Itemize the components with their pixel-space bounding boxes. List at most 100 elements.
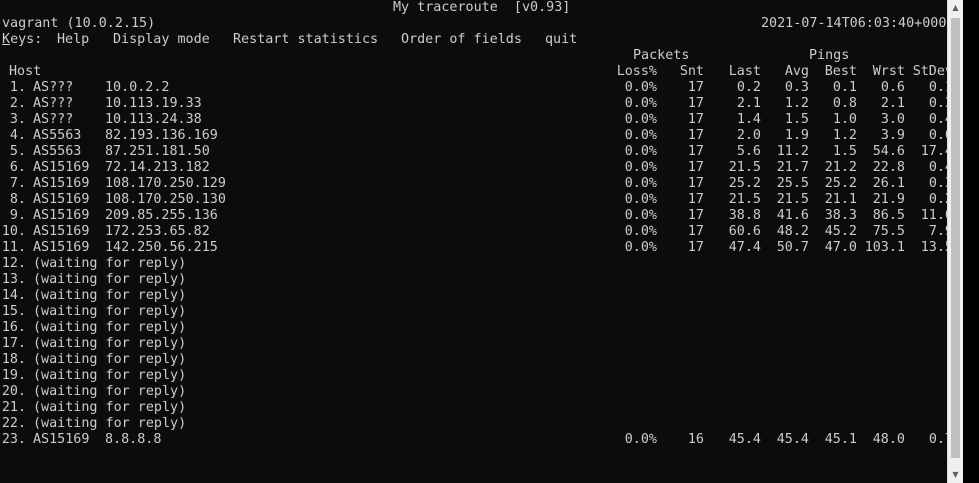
- hop-last: 45.4: [728, 432, 761, 447]
- hop-loss: 0.0%: [624, 432, 657, 447]
- hop-last: 2.1: [736, 96, 761, 111]
- hop-best: 21.1: [824, 192, 857, 207]
- menu-display-mode[interactable]: Display mode: [113, 32, 210, 48]
- terminal-window[interactable]: My traceroute [v0.93] vagrant (10.0.2.15…: [0, 0, 963, 483]
- hop-number: 18.: [1, 352, 26, 367]
- hop-last: 2.0: [736, 128, 761, 143]
- hop-wrst: 48.0: [872, 432, 905, 447]
- hop-number: 12.: [1, 256, 26, 271]
- hop-waiting-text: (waiting for reply): [33, 288, 187, 303]
- hop-loss: 0.0%: [624, 160, 657, 175]
- hop-number: 14.: [1, 288, 26, 303]
- hop-ip: 10.113.19.33: [105, 96, 202, 111]
- hop-wrst: 86.5: [872, 208, 905, 223]
- hop-snt: 17: [687, 112, 704, 127]
- hop-waiting-text: (waiting for reply): [33, 272, 187, 287]
- hop-avg: 50.7: [776, 240, 809, 255]
- hop-number: 6.: [9, 160, 26, 175]
- hop-last: 25.2: [728, 176, 761, 191]
- triangle-down-icon[interactable]: ▼: [948, 467, 963, 483]
- hop-best: 45.1: [824, 432, 857, 447]
- hop-avg: 25.5: [776, 176, 809, 191]
- hop-loss: 0.0%: [624, 112, 657, 127]
- hop-best: 0.8: [832, 96, 857, 111]
- hop-number: 16.: [1, 320, 26, 335]
- hop-asn: AS5563: [33, 128, 82, 143]
- header-group-pings: Pings: [809, 48, 850, 63]
- hop-number: 17.: [1, 336, 26, 351]
- hop-waiting-text: (waiting for reply): [33, 320, 187, 335]
- hop-ip: 108.170.250.130: [105, 192, 226, 207]
- hop-avg: 0.3: [784, 80, 809, 95]
- hop-number: 1.: [9, 80, 26, 95]
- hop-last: 47.4: [728, 240, 761, 255]
- hop-avg: 21.5: [776, 192, 809, 207]
- hop-snt: 17: [687, 80, 704, 95]
- hop-last: 5.6: [736, 144, 761, 159]
- hop-best: 25.2: [824, 176, 857, 191]
- menu-restart-statistics[interactable]: Restart statistics: [233, 32, 378, 48]
- keys-label-shortcut: K: [2, 32, 11, 47]
- local-host-label: vagrant (10.0.2.15): [2, 16, 156, 31]
- hop-number: 3.: [9, 112, 26, 127]
- hop-avg: 45.4: [776, 432, 809, 447]
- hop-waiting-text: (waiting for reply): [33, 416, 187, 431]
- vertical-scrollbar[interactable]: ▲ ▼: [947, 0, 963, 483]
- hop-number: 15.: [1, 304, 26, 319]
- hop-waiting-text: (waiting for reply): [33, 368, 187, 383]
- hop-waiting-text: (waiting for reply): [33, 336, 187, 351]
- hop-loss: 0.0%: [624, 128, 657, 143]
- hop-asn: AS5563: [33, 144, 82, 159]
- menu-help[interactable]: Help: [57, 32, 89, 48]
- hop-last: 60.6: [728, 224, 761, 239]
- hop-ip: 108.170.250.129: [105, 176, 226, 191]
- hop-avg: 1.5: [784, 112, 809, 127]
- hop-loss: 0.0%: [624, 224, 657, 239]
- hop-ip: 10.113.24.38: [105, 112, 202, 127]
- menu-order-of-fields[interactable]: Order of fields: [401, 32, 522, 48]
- menu-quit[interactable]: quit: [545, 32, 577, 48]
- hop-number: 5.: [9, 144, 26, 159]
- hop-ip: 8.8.8.8: [105, 432, 162, 447]
- hop-number: 13.: [1, 272, 26, 287]
- hop-snt: 16: [687, 432, 704, 447]
- header-wrst: Wrst: [872, 64, 905, 79]
- hop-asn: AS15169: [33, 240, 90, 255]
- hop-last: 0.2: [736, 80, 761, 95]
- hop-wrst: 3.0: [880, 112, 905, 127]
- hop-asn: AS15169: [33, 192, 90, 207]
- hop-wrst: 0.6: [880, 80, 905, 95]
- hop-waiting-text: (waiting for reply): [33, 384, 187, 399]
- hop-number: 9.: [9, 208, 26, 223]
- hop-number: 8.: [9, 192, 26, 207]
- hop-number: 21.: [1, 400, 26, 415]
- hop-ip: 10.0.2.2: [105, 80, 170, 95]
- hop-avg: 21.7: [776, 160, 809, 175]
- keys-label: Keys:: [2, 32, 42, 48]
- hop-ip: 142.250.56.215: [105, 240, 218, 255]
- header-group-packets: Packets: [633, 48, 690, 63]
- hop-loss: 0.0%: [624, 192, 657, 207]
- hop-wrst: 75.5: [872, 224, 905, 239]
- hop-snt: 17: [687, 128, 704, 143]
- hop-avg: 11.2: [776, 144, 809, 159]
- hop-last: 21.5: [728, 192, 761, 207]
- triangle-up-icon[interactable]: ▲: [948, 0, 963, 16]
- scrollbar-thumb[interactable]: [951, 18, 960, 458]
- hop-asn: AS15169: [33, 208, 90, 223]
- hop-avg: 48.2: [776, 224, 809, 239]
- timestamp: 2021-07-14T06:03:40+0000: [761, 16, 955, 31]
- hop-best: 47.0: [824, 240, 857, 255]
- hop-wrst: 21.9: [872, 192, 905, 207]
- hop-number: 10.: [1, 224, 26, 239]
- header-loss: Loss%: [616, 64, 657, 79]
- hop-waiting-text: (waiting for reply): [33, 304, 187, 319]
- hop-loss: 0.0%: [624, 96, 657, 111]
- hop-snt: 17: [687, 96, 704, 111]
- hop-snt: 17: [687, 176, 704, 191]
- hop-last: 21.5: [728, 160, 761, 175]
- hop-ip: 72.14.213.182: [105, 160, 210, 175]
- hop-best: 38.3: [824, 208, 857, 223]
- hop-number: 22.: [1, 416, 26, 431]
- hop-last: 1.4: [736, 112, 761, 127]
